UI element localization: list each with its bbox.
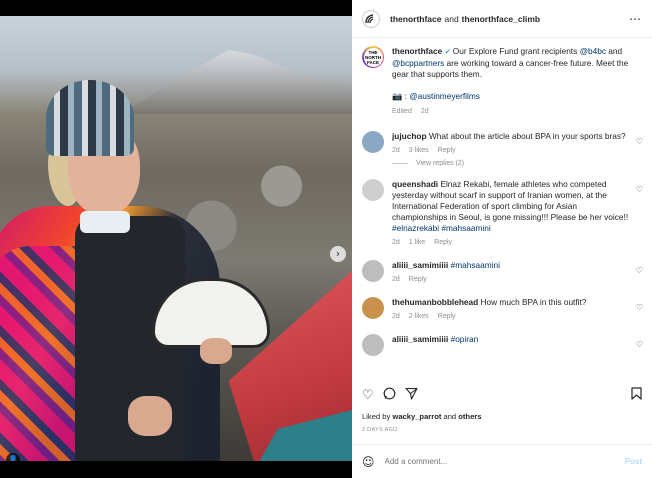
- emoji-icon[interactable]: ☺: [362, 455, 375, 469]
- comment-body: How much BPA in this outfit?: [480, 297, 587, 307]
- comment-avatar[interactable]: [362, 179, 384, 201]
- mountain: [120, 50, 352, 114]
- comments-scroll[interactable]: THE NORTH FACE thenorthface ✔ Our Explor…: [352, 38, 652, 378]
- caption-time: 2d: [420, 108, 429, 115]
- post-date: 2 DAYS AGO: [362, 427, 398, 433]
- heart-icon[interactable]: ♡: [636, 266, 643, 275]
- comment-likes[interactable]: 2 likes: [409, 313, 429, 320]
- header-username-2[interactable]: thenorthface_climb: [462, 14, 540, 24]
- caption-username[interactable]: thenorthface: [392, 46, 442, 56]
- comment: queenshadi Elnaz Rekabi, female athletes…: [352, 179, 652, 246]
- comment-username[interactable]: queenshadi: [392, 179, 438, 189]
- heart-icon[interactable]: ♡: [636, 137, 643, 146]
- caption-avatar[interactable]: THE NORTH FACE: [362, 46, 384, 68]
- likes-summary: Liked by wacky_parrot and others: [362, 412, 481, 421]
- reply-button[interactable]: Reply: [434, 239, 452, 246]
- reply-button[interactable]: Reply: [409, 276, 427, 283]
- comment-time: 2d: [392, 276, 400, 283]
- comment-text: aliiii_samimiiii #opiran: [392, 334, 630, 345]
- beanie: [46, 80, 134, 156]
- caption-part: Our Explore Fund grant recipients: [452, 46, 580, 56]
- comment-avatar[interactable]: [362, 297, 384, 319]
- reply-button[interactable]: Reply: [438, 313, 456, 320]
- comment-avatar[interactable]: [362, 260, 384, 282]
- comment: aliiii_samimiiii #mahsaamini 2d Reply ♡: [352, 260, 652, 283]
- scarf: [80, 211, 130, 233]
- bookmark-icon[interactable]: [631, 387, 642, 403]
- comment-avatar[interactable]: [362, 131, 384, 153]
- mention-link[interactable]: @austinmeyerfilms: [409, 91, 480, 101]
- verified-icon: ✔: [444, 48, 451, 56]
- comment-username[interactable]: jujuchop: [392, 131, 427, 141]
- header-and: and: [444, 13, 459, 24]
- add-comment-bar: ☺ Post: [352, 444, 652, 478]
- caption: THE NORTH FACE thenorthface ✔ Our Explor…: [352, 38, 652, 117]
- caption-text: thenorthface ✔ Our Explore Fund grant re…: [392, 46, 642, 117]
- comment-username[interactable]: aliiii_samimiiii: [392, 260, 448, 270]
- header-username[interactable]: thenorthface: [390, 14, 441, 24]
- mention-link[interactable]: @bcppartners: [392, 58, 444, 68]
- likes-and: and: [441, 412, 459, 421]
- comment-text: queenshadi Elnaz Rekabi, female athletes…: [392, 179, 630, 234]
- comment-username[interactable]: thehumanbobblehead: [392, 297, 478, 307]
- camera-icon: 📷 :: [392, 91, 410, 101]
- north-face-logo-icon: [365, 13, 374, 23]
- comment-text: aliiii_samimiiii #mahsaamini: [392, 260, 630, 271]
- comment: thehumanbobblehead How much BPA in this …: [352, 297, 652, 320]
- post-button[interactable]: Post: [625, 457, 642, 466]
- heart-icon[interactable]: ♡: [636, 340, 643, 349]
- edited-label: Edited: [392, 108, 412, 115]
- heart-icon[interactable]: ♡: [636, 303, 643, 312]
- likes-others-link[interactable]: others: [458, 412, 481, 421]
- comment-username[interactable]: aliiii_samimiiii: [392, 334, 448, 344]
- caption-part: and: [606, 46, 623, 56]
- comment: aliiii_samimiiii #opiran ♡: [352, 334, 652, 356]
- comment-likes[interactable]: 1 like: [409, 239, 425, 246]
- reply-button[interactable]: Reply: [438, 147, 456, 154]
- north-face-logo: THE NORTH FACE: [363, 47, 383, 67]
- comment-time: 2d: [392, 239, 400, 246]
- hashtag-link[interactable]: #elnazrekabi #mahsaamini: [392, 223, 491, 233]
- user-tag-icon[interactable]: 👤: [6, 453, 20, 461]
- comment-avatar[interactable]: [362, 334, 384, 356]
- share-icon[interactable]: [405, 387, 418, 403]
- comment: jujuchop What about the article about BP…: [352, 131, 652, 154]
- post-photo[interactable]: › 👤: [0, 16, 352, 461]
- likes-prefix: Liked by: [362, 412, 393, 421]
- comment-time: 2d: [392, 313, 400, 320]
- comment-input[interactable]: [384, 457, 625, 466]
- view-replies-button[interactable]: View replies (2): [392, 160, 652, 167]
- post-header: thenorthface and thenorthface_climb ⋯: [352, 0, 652, 38]
- comment-text: jujuchop What about the article about BP…: [392, 131, 630, 142]
- liker-username[interactable]: wacky_parrot: [392, 412, 441, 421]
- hand: [200, 338, 232, 364]
- comment-likes[interactable]: 3 likes: [409, 147, 429, 154]
- next-slide-icon[interactable]: ›: [330, 246, 346, 262]
- heart-icon[interactable]: ♡: [636, 185, 643, 194]
- post-viewer: › 👤 thenorthface and thenorthface_climb …: [0, 0, 652, 478]
- view-replies-label: View replies (2): [416, 160, 465, 167]
- divider: [392, 163, 408, 164]
- mention-link[interactable]: @b4bc: [580, 46, 606, 56]
- hashtag-link[interactable]: #mahsaamini: [451, 260, 500, 270]
- hand: [128, 396, 172, 436]
- like-icon[interactable]: ♡: [362, 389, 374, 402]
- action-bar: ♡: [362, 386, 642, 404]
- post-panel: thenorthface and thenorthface_climb ⋯ TH…: [352, 0, 652, 478]
- comment-text: thehumanbobblehead How much BPA in this …: [392, 297, 630, 308]
- comment-time: 2d: [392, 147, 400, 154]
- more-options-icon[interactable]: ⋯: [629, 12, 642, 26]
- header-avatar[interactable]: [362, 9, 380, 28]
- comment-body: What about the article about BPA in your…: [428, 131, 626, 141]
- hashtag-link[interactable]: #opiran: [451, 334, 479, 344]
- comment-icon[interactable]: [383, 387, 396, 403]
